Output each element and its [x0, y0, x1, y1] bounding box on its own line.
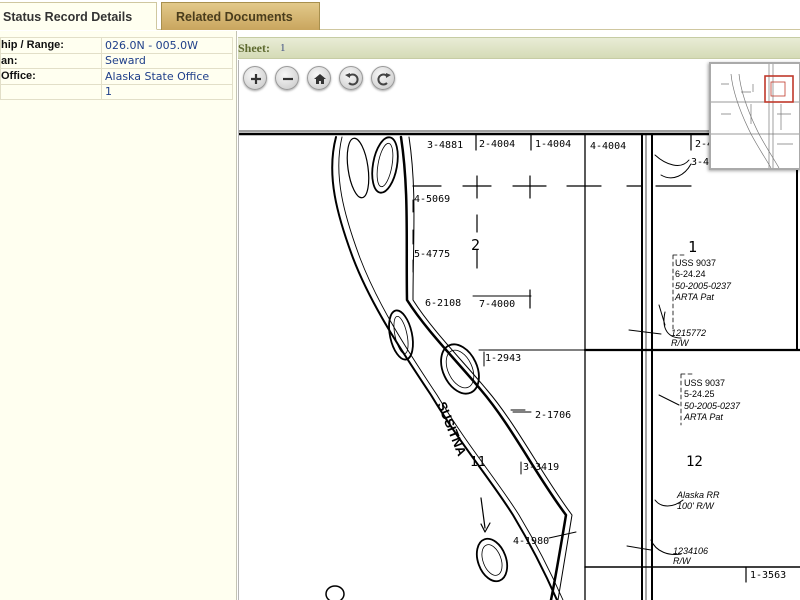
rotate-right-button[interactable]: [371, 66, 395, 90]
rotate-left-button[interactable]: [339, 66, 363, 90]
table-row: 1: [0, 83, 233, 100]
meridian-label: an:: [0, 52, 102, 69]
map-label: 2-1706: [535, 410, 571, 421]
home-button[interactable]: [307, 66, 331, 90]
map-label: R/W: [671, 338, 690, 348]
map-label: 11: [470, 455, 486, 470]
map-label: 50-2005-0237: [684, 401, 741, 411]
map-label: 6-24.24: [675, 269, 706, 279]
map-label: 1: [688, 238, 697, 256]
overview-map[interactable]: [709, 62, 800, 170]
sheet-count-label: [0, 83, 102, 100]
table-row: Office: Alaska State Office: [0, 68, 233, 85]
rotate-left-icon: [345, 73, 359, 86]
office-label: Office:: [0, 68, 102, 85]
sheet-count-value: 1: [101, 83, 233, 100]
map-label: 3-3419: [523, 462, 559, 473]
tab-related-documents[interactable]: Related Documents: [161, 2, 320, 30]
zoom-out-button[interactable]: [275, 66, 299, 90]
map-label: 100' R/W: [677, 501, 715, 511]
zoom-out-icon: [283, 77, 293, 81]
map-label: 1215772: [671, 328, 706, 338]
map-label: 4-5069: [414, 194, 450, 205]
map-area: Sheet: 1 3-4881 2-4004 1-4004 4-4004 4-5…: [238, 31, 800, 600]
zoom-in-button[interactable]: [243, 66, 267, 90]
map-label: 5-4775: [414, 249, 450, 260]
township-range-value: 026.0N - 005.0W: [101, 37, 233, 54]
rotate-right-icon: [377, 73, 391, 86]
sheet-bar: Sheet: 1: [238, 37, 800, 59]
map-label: USS 9037: [675, 258, 716, 268]
meridian-value: Seward: [101, 52, 233, 69]
map-label: 4-1980: [513, 536, 549, 547]
map-label: 50-2005-0237: [675, 281, 732, 291]
details-table: hip / Range: 026.0N - 005.0W an: Seward …: [0, 37, 233, 100]
map-label: 1234106: [673, 546, 708, 556]
sheet-label: Sheet:: [238, 41, 270, 55]
table-row: hip / Range: 026.0N - 005.0W: [0, 37, 233, 54]
map-label: 12: [686, 454, 703, 470]
details-panel: hip / Range: 026.0N - 005.0W an: Seward …: [0, 31, 237, 600]
map-label: SUSITNA: [434, 400, 470, 459]
tab-status-record-details[interactable]: Status Record Details: [0, 2, 157, 30]
map-label: 2-4004: [479, 139, 515, 150]
map-label: 1-4004: [535, 139, 571, 150]
map-label: 5-24.25: [684, 389, 715, 399]
map-label: Alaska RR: [676, 490, 720, 500]
zoom-in-icon: [251, 74, 261, 84]
map-label: 1-3563: [750, 570, 786, 581]
map-label: USS 9037: [684, 378, 725, 388]
overview-thumbnail: [711, 64, 799, 168]
office-value: Alaska State Office: [101, 68, 233, 85]
map-label: 3-4881: [427, 140, 463, 151]
map-label: ARTA Pat: [683, 412, 723, 422]
table-row: an: Seward: [0, 52, 233, 69]
township-range-label: hip / Range:: [0, 37, 102, 54]
map-label: 7-4000: [479, 299, 515, 310]
map-viewer[interactable]: 3-4881 2-4004 1-4004 4-4004 2-4002 3-400…: [238, 60, 800, 600]
map-label: R/W: [673, 556, 692, 566]
map-label: ARTA Pat: [674, 292, 714, 302]
map-label: 6-2108: [425, 298, 461, 309]
map-label: 4-4004: [590, 141, 626, 152]
map-label: 1-2943: [485, 353, 521, 364]
tab-bar: Status Record Details Related Documents: [0, 0, 800, 30]
home-icon: [314, 74, 326, 84]
sheet-number: 1: [280, 42, 286, 54]
map-label: 2: [471, 236, 480, 254]
